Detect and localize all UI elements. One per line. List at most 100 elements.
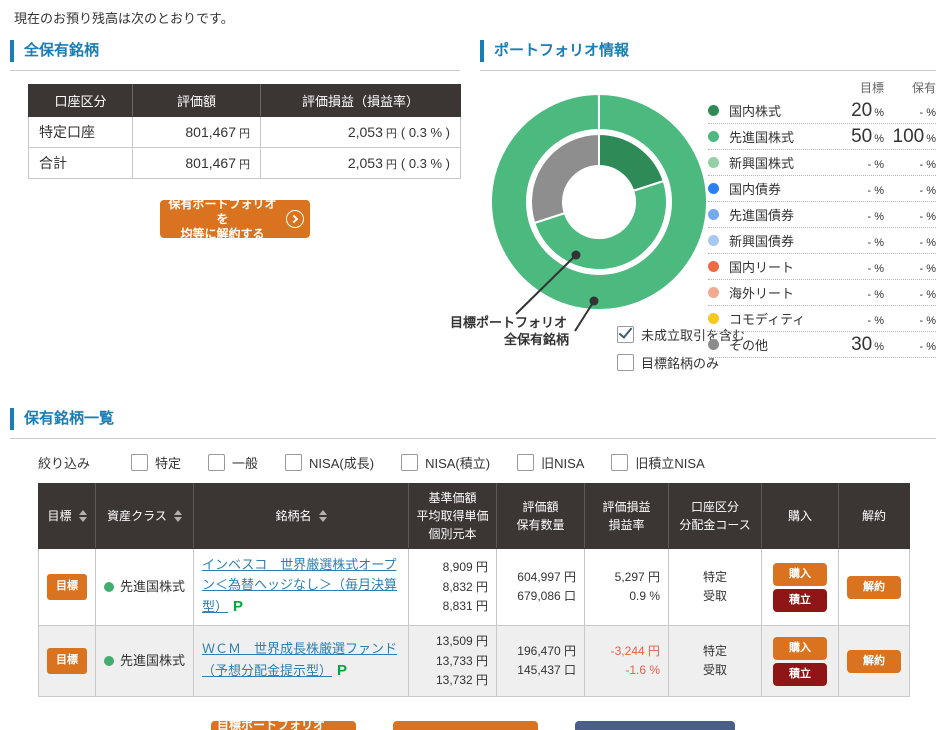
legend-dot (708, 235, 719, 246)
tsumitate-button[interactable]: 積立 (773, 588, 828, 612)
legend-item: 新興国債券 - % - % (708, 228, 936, 254)
holding-value: - % (919, 106, 937, 119)
col-pl: 評価損益 損益率 (584, 483, 670, 549)
filter-row: 絞り込み 特定 一般 NISA(成長) NISA(積立) 旧NISA 旧積立NI… (38, 453, 936, 472)
sort-icon (318, 510, 327, 522)
holdings-header-row: 目標 資産クラス 銘柄名 基準価額 平均取得単価 個別元本 評価額 保有数量 評… (38, 483, 911, 549)
legend-dot (708, 209, 719, 220)
sell-button[interactable]: 解約 (847, 649, 902, 673)
col-target[interactable]: 目標 (38, 483, 96, 549)
asset-legend: 目標 保有 国内株式 20% - % 先進国株式 50% 100% 新興国株式 … (708, 76, 936, 358)
buy-target-portfolio-button[interactable]: 目標ポートフォリオを 購入する (211, 718, 356, 730)
col-price: 基準価額 平均取得単価 個別元本 (408, 483, 498, 549)
target-badge: 目標 (47, 574, 87, 600)
point-icon: P (337, 662, 348, 680)
section-title-holdings-list: 保有銘柄一覧 (10, 408, 936, 430)
filter-old-tsumitate-nisa-checkbox[interactable] (611, 454, 629, 471)
footer-buttons: 目標ポートフォリオを 購入する リバランスする 投信見直しロボ (10, 718, 936, 730)
valuation-amount: 801,467 円 (132, 147, 261, 179)
section-divider (480, 70, 936, 71)
price-cell: 8,909 円 8,832 円 8,831 円 (408, 547, 498, 627)
donut-segment-outer (490, 92, 708, 311)
buy-button[interactable]: 購入 (773, 562, 828, 586)
summary-table: 口座区分 評価額 評価損益（損益率） 特定口座 801,467 円 2,053 円(… (28, 84, 461, 179)
legend-item: 国内債券 - % - % (708, 176, 936, 202)
col-value: 評価額 保有数量 (496, 483, 586, 549)
include-pending-checkbox[interactable] (617, 326, 634, 343)
section-divider (10, 438, 936, 439)
target-value: - % (867, 158, 885, 171)
fund-link[interactable]: インベスコ 世界厳選株式オープン＜為替ヘッジなし＞（毎月決算型） (202, 557, 397, 614)
asset-dot-icon (104, 655, 114, 666)
target-value: - % (867, 288, 885, 301)
asset-class-cell: 先進国株式 (94, 625, 195, 697)
sell-cell: 解約 (838, 625, 911, 697)
holding-value: - % (919, 262, 937, 275)
pl-amount: 2,053 円( 0.3 % ) (260, 116, 461, 148)
filter-nisa-growth-checkbox[interactable] (285, 454, 303, 471)
tsumitate-button[interactable]: 積立 (773, 662, 828, 686)
filter-nisa-tsumitate: NISA(積立) (401, 453, 490, 472)
value-cell: 604,997 円 679,086 口 (496, 547, 586, 627)
filter-old-nisa: 旧NISA (517, 453, 584, 472)
legend-dot (708, 157, 719, 168)
sell-cell: 解約 (838, 547, 911, 627)
valuation-amount: 801,467 円 (132, 116, 261, 148)
sell-button[interactable]: 解約 (847, 575, 902, 599)
col-buy: 購入 (761, 483, 840, 549)
account-cell: 特定 受取 (668, 547, 763, 627)
sort-icon (173, 510, 182, 522)
filter-tokutei: 特定 (131, 453, 181, 472)
target-badge: 目標 (47, 648, 87, 674)
pl-cell: 5,297 円 0.9 % (584, 547, 670, 627)
filter-old-nisa-checkbox[interactable] (517, 454, 535, 471)
pl-amount: 2,053 円( 0.3 % ) (260, 147, 461, 179)
target-only-checkbox[interactable] (617, 354, 634, 371)
table-row-total: 合計 801,467 円 2,053 円( 0.3 % ) (28, 147, 461, 179)
portfolio-page: 現在のお預り残高は次のとおりです。 全保有銘柄 口座区分 評価額 評価損益（損益… (0, 0, 944, 730)
target-value: - % (867, 210, 885, 223)
account-cell: 特定 受取 (668, 625, 763, 697)
fund-link[interactable]: ＷＣＭ 世界成長株厳選ファンド（予想分配金提示型） (202, 641, 397, 678)
fund-name-cell: ＷＣＭ 世界成長株厳選ファンド（予想分配金提示型） P (193, 625, 410, 697)
col-sell: 解約 (838, 483, 911, 549)
section-divider (10, 70, 460, 71)
holding-value: - % (919, 184, 937, 197)
target-value: - % (867, 184, 885, 197)
all-holdings-section: 全保有銘柄 口座区分 評価額 評価損益（損益率） 特定口座 801,467 円 2… (10, 40, 461, 241)
holding-value: - % (919, 236, 937, 249)
legend-item: 海外リート - % - % (708, 280, 936, 306)
legend-dot (708, 287, 719, 298)
legend-item: 国内株式 20% - % (708, 98, 936, 124)
redeem-portfolio-button[interactable]: 保有ポートフォリオを 均等に解約する (160, 197, 310, 241)
buy-button[interactable]: 購入 (773, 636, 828, 660)
filter-tokutei-checkbox[interactable] (131, 454, 149, 471)
table-row: 特定口座 801,467 円 2,053 円( 0.3 % ) (28, 116, 461, 148)
target-value: 30% (851, 333, 884, 355)
account-type: 特定口座 (28, 116, 133, 148)
col-asset-class[interactable]: 資産クラス (94, 483, 195, 549)
filter-nisa-tsumitate-checkbox[interactable] (401, 454, 419, 471)
asset-dot-icon (104, 581, 114, 592)
holding-row: 目標 先進国株式 ＷＣＭ 世界成長株厳選ファンド（予想分配金提示型） P 13,5… (38, 625, 911, 697)
legend-item: 新興国株式 - % - % (708, 150, 936, 176)
holding-value: - % (919, 210, 937, 223)
target-value: - % (867, 236, 885, 249)
filter-ippan-checkbox[interactable] (208, 454, 226, 471)
col-fund-name[interactable]: 銘柄名 (193, 483, 410, 549)
option-target-only: 目標銘柄のみ (617, 353, 719, 372)
filter-nisa-growth: NISA(成長) (285, 453, 374, 472)
target-value: - % (867, 262, 885, 275)
col-account: 口座区分 分配金コース (668, 483, 763, 549)
pointer-dot-inner (571, 250, 581, 260)
value-cell: 196,470 円 145,437 口 (496, 625, 586, 697)
buy-cell: 購入 積立 (761, 547, 840, 627)
rebalance-button[interactable]: リバランスする (393, 720, 538, 730)
fund-review-robo-button[interactable]: 投信見直しロボ (575, 720, 735, 730)
legend-dot (708, 313, 719, 324)
target-badge-cell: 目標 (38, 625, 96, 697)
filter-ippan: 一般 (208, 453, 258, 472)
legend-item: 国内リート - % - % (708, 254, 936, 280)
fund-name-cell: インベスコ 世界厳選株式オープン＜為替ヘッジなし＞（毎月決算型） P (193, 547, 410, 627)
legend-dot (708, 131, 719, 142)
